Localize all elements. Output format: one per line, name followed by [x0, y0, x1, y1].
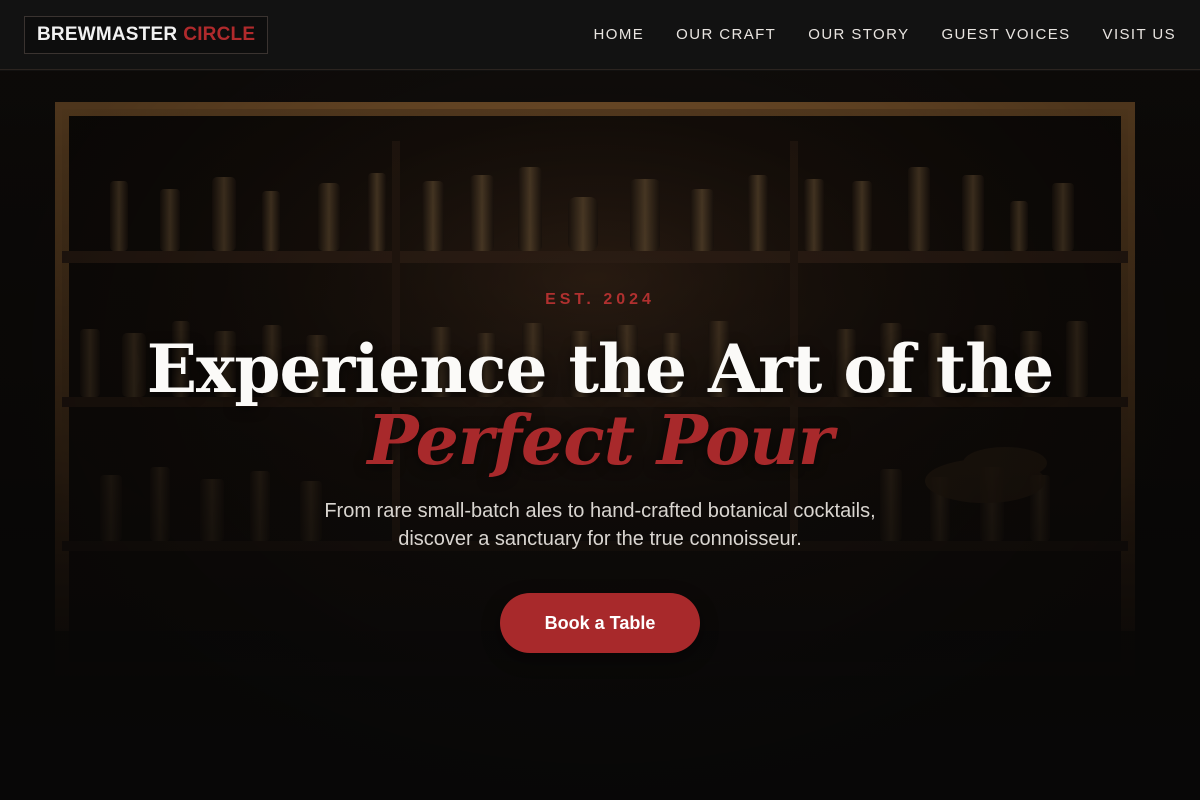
brand-name-accent: CIRCLE	[183, 23, 256, 45]
book-table-button[interactable]: Book a Table	[500, 593, 700, 653]
nav-item-guest-voices[interactable]: GUEST VOICES	[941, 26, 1070, 43]
nav-item-home[interactable]: HOME	[594, 26, 645, 43]
hero-title: Experience the Art of the	[146, 330, 1055, 408]
hero-subtitle: From rare small-batch ales to hand-craft…	[250, 497, 950, 553]
site-header: BREWMASTER CIRCLE HOME OUR CRAFT OUR STO…	[0, 0, 1200, 70]
nav-item-our-story[interactable]: OUR STORY	[808, 26, 909, 43]
brand-logo[interactable]: BREWMASTER CIRCLE	[24, 15, 269, 54]
nav-item-visit-us[interactable]: VISIT US	[1103, 26, 1176, 43]
nav-item-our-craft[interactable]: OUR CRAFT	[676, 26, 776, 43]
hero-eyebrow: EST. 2024	[545, 291, 655, 308]
brand-name-primary: BREWMASTER	[37, 23, 178, 45]
main-nav: HOME OUR CRAFT OUR STORY GUEST VOICES VI…	[594, 26, 1176, 43]
hero-subtitle-line-2: discover a sanctuary for the true connoi…	[398, 528, 802, 550]
hero-subtitle-line-1: From rare small-batch ales to hand-craft…	[324, 500, 876, 522]
hero-content: EST. 2024 Experience the Art of the Perf…	[0, 71, 1200, 800]
hero-title-accent: Perfect Pour	[367, 401, 833, 481]
hero-section: EST. 2024 Experience the Art of the Perf…	[0, 71, 1200, 800]
